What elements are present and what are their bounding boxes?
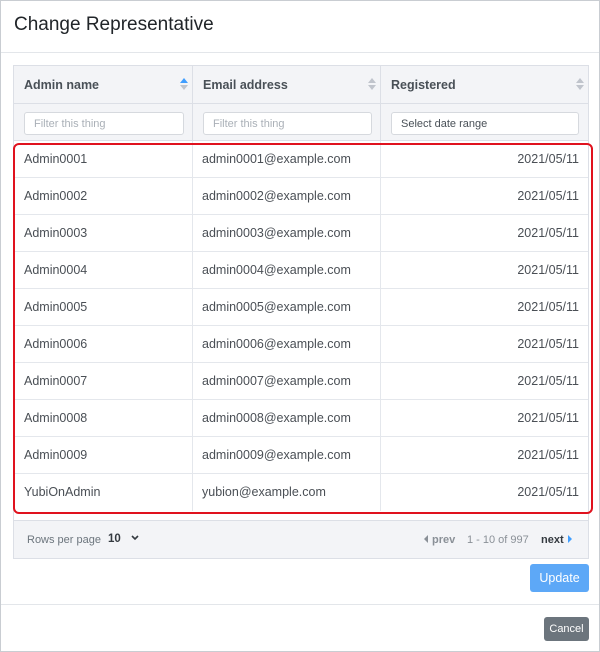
filter-cell <box>381 104 588 141</box>
table-row[interactable]: Admin0003 admin0003@example.com 2021/05/… <box>14 215 588 252</box>
chevron-down-icon[interactable] <box>129 533 141 543</box>
email-cell: admin0009@example.com <box>193 437 381 474</box>
admin-name-cell: Admin0006 <box>14 326 193 363</box>
prev-label: prev <box>432 534 456 546</box>
email-filter-input[interactable] <box>203 112 372 135</box>
table-footer: Rows per page 10 prev 1 - 10 of 997 next <box>14 520 588 558</box>
column-label: Registered <box>391 78 456 92</box>
page-info: 1 - 10 of 997 <box>467 534 529 546</box>
column-label: Email address <box>203 78 288 92</box>
table-row[interactable]: Admin0002 admin0002@example.com 2021/05/… <box>14 178 588 215</box>
modal-title: Change Representative <box>14 14 214 35</box>
cancel-button[interactable]: Cancel <box>544 617 589 641</box>
email-cell: admin0004@example.com <box>193 252 381 289</box>
email-cell: admin0001@example.com <box>193 141 381 178</box>
registered-cell: 2021/05/11 <box>517 337 579 351</box>
admin-name-cell: Admin0003 <box>14 215 193 252</box>
registered-cell: 2021/05/11 <box>517 411 579 425</box>
registered-cell: 2021/05/11 <box>517 374 579 388</box>
table-row[interactable]: YubiOnAdmin yubion@example.com 2021/05/1… <box>14 474 588 511</box>
admin-table: Admin name Email address Registered Filt… <box>13 65 589 559</box>
admin-name-cell: Admin0008 <box>14 400 193 437</box>
registered-cell: 2021/05/11 <box>517 263 579 277</box>
sort-icon[interactable] <box>368 78 376 92</box>
filter-cell <box>193 104 381 141</box>
registered-cell: 2021/05/11 <box>517 300 579 314</box>
caret-right-icon <box>567 535 572 543</box>
rows-per-page-select[interactable]: 10 <box>108 533 121 545</box>
email-cell: admin0008@example.com <box>193 400 381 437</box>
prev-page-button[interactable]: prev <box>424 534 455 546</box>
caret-left-icon <box>424 535 428 543</box>
filter-cell <box>14 104 193 141</box>
table-body: Admin0001 admin0001@example.com 2021/05/… <box>14 141 588 511</box>
registered-cell: 2021/05/11 <box>517 152 579 166</box>
table-row[interactable]: Admin0001 admin0001@example.com 2021/05/… <box>14 141 588 178</box>
modal-header: Change Representative <box>1 1 599 53</box>
date-range-filter-input[interactable] <box>391 112 579 135</box>
admin-name-cell: Admin0009 <box>14 437 193 474</box>
admin-name-filter-input[interactable] <box>24 112 184 135</box>
table-header: Admin name Email address Registered <box>14 66 588 104</box>
table-row[interactable]: Admin0004 admin0004@example.com 2021/05/… <box>14 252 588 289</box>
column-header-email[interactable]: Email address <box>193 66 381 104</box>
sort-icon[interactable] <box>576 78 584 92</box>
registered-cell: 2021/05/11 <box>517 189 579 203</box>
email-cell: admin0005@example.com <box>193 289 381 326</box>
registered-cell: 2021/05/11 <box>517 485 579 499</box>
admin-name-cell: YubiOnAdmin <box>14 474 193 511</box>
table-row[interactable]: Admin0007 admin0007@example.com 2021/05/… <box>14 363 588 400</box>
next-page-button[interactable]: next <box>541 534 572 546</box>
column-header-registered[interactable]: Registered <box>381 66 588 104</box>
update-button[interactable]: Update <box>530 564 589 592</box>
email-cell: admin0006@example.com <box>193 326 381 363</box>
table-row[interactable]: Admin0005 admin0005@example.com 2021/05/… <box>14 289 588 326</box>
admin-name-cell: Admin0004 <box>14 252 193 289</box>
email-cell: admin0003@example.com <box>193 215 381 252</box>
footer-divider <box>1 604 599 605</box>
sort-ascending-icon[interactable] <box>180 78 188 92</box>
admin-name-cell: Admin0001 <box>14 141 193 178</box>
email-cell: admin0007@example.com <box>193 363 381 400</box>
column-label: Admin name <box>24 78 100 92</box>
next-label: next <box>541 534 564 546</box>
rows-per-page-label: Rows per page <box>27 534 101 546</box>
table-row[interactable]: Admin0006 admin0006@example.com 2021/05/… <box>14 326 588 363</box>
email-cell: admin0002@example.com <box>193 178 381 215</box>
table-row[interactable]: Admin0008 admin0008@example.com 2021/05/… <box>14 400 588 437</box>
table-row[interactable]: Admin0009 admin0009@example.com 2021/05/… <box>14 437 588 474</box>
admin-name-cell: Admin0002 <box>14 178 193 215</box>
change-representative-modal: Change Representative Admin name Email a… <box>0 0 600 652</box>
admin-name-cell: Admin0007 <box>14 363 193 400</box>
filter-row <box>14 104 588 141</box>
registered-cell: 2021/05/11 <box>517 448 579 462</box>
admin-name-cell: Admin0005 <box>14 289 193 326</box>
email-cell: yubion@example.com <box>193 474 381 511</box>
registered-cell: 2021/05/11 <box>517 226 579 240</box>
column-header-admin-name[interactable]: Admin name <box>14 66 193 104</box>
